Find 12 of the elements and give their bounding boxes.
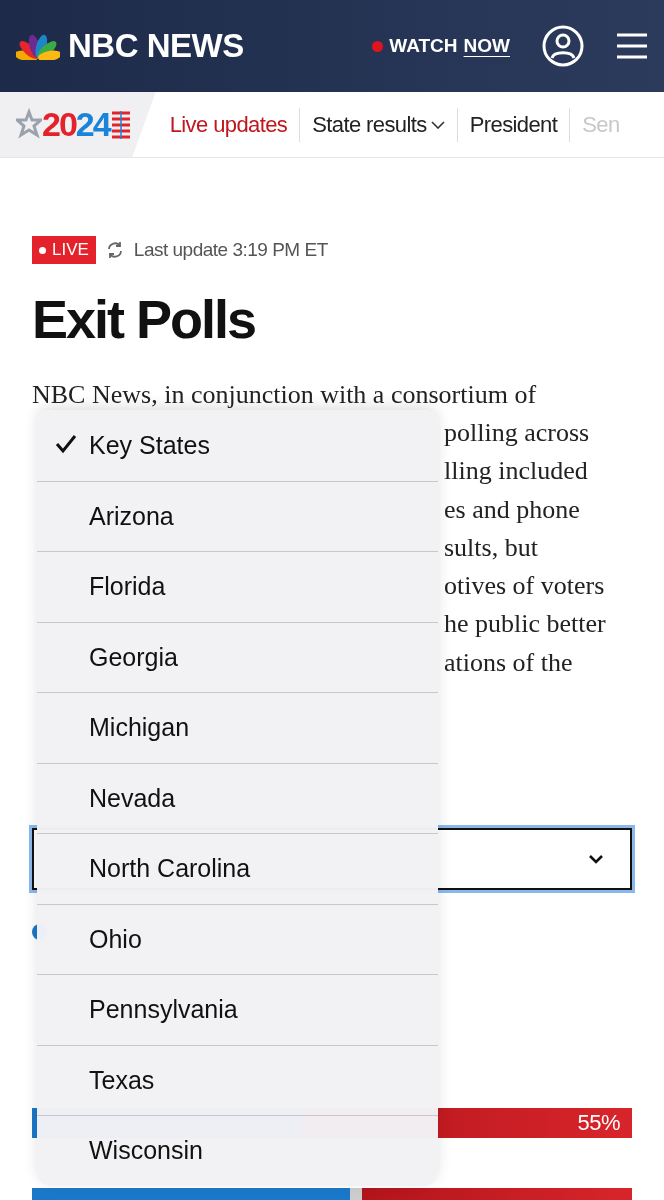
page-title: Exit Polls (32, 288, 257, 350)
intro-text: he public better (444, 608, 606, 641)
intro-text: es and phone (444, 493, 580, 526)
intro-text: ations of the (444, 646, 573, 679)
live-badge: LIVE (32, 236, 96, 264)
percent-label: 55% (577, 1110, 620, 1137)
intro-text: sults, but (444, 531, 538, 564)
intro-text: NBC News, in conjunction with a consortium of (32, 379, 538, 411)
intro-text: otives of voters (444, 570, 605, 603)
intro-text: polling across (444, 417, 590, 449)
intro-text: lling included (444, 455, 588, 488)
last-update-text: Last update 3:19 PM ET (133, 239, 328, 261)
